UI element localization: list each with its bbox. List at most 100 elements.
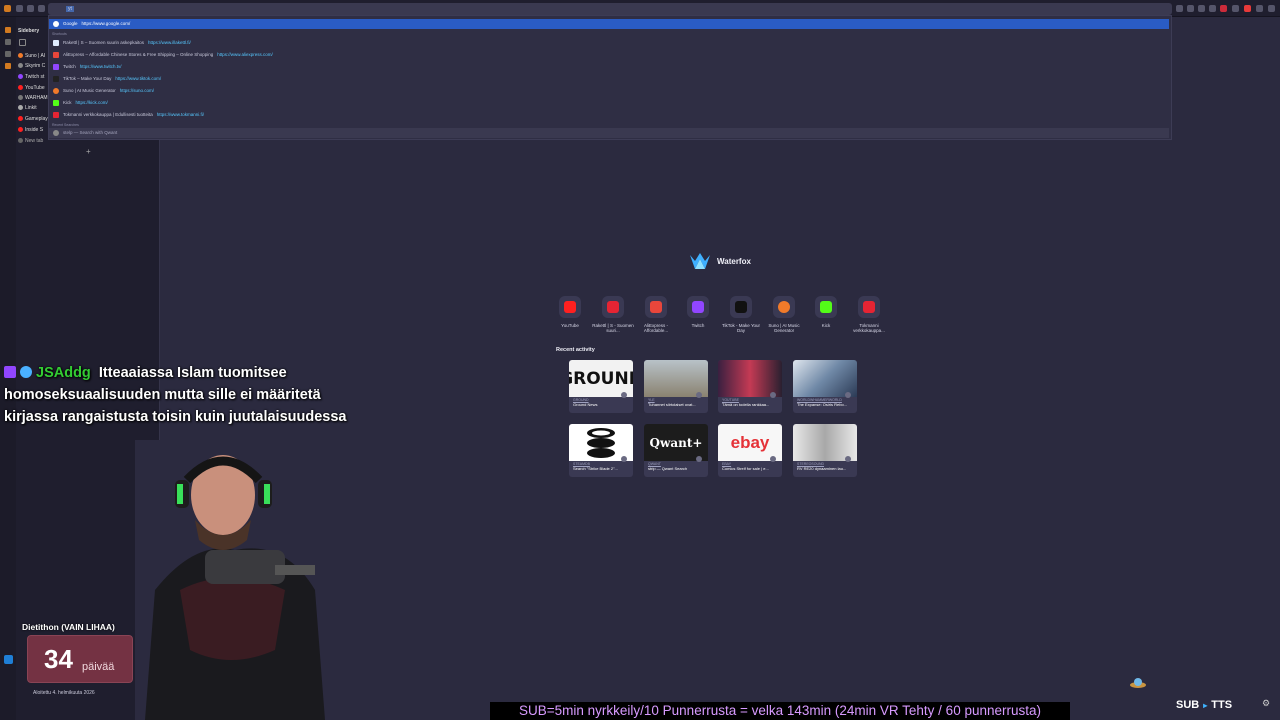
autocomplete-row[interactable]: TikTok – Make Your Day https://www.tiktok… xyxy=(49,74,1169,84)
sidebar-tab[interactable]: Linkit xyxy=(18,105,37,111)
site-favicon-icon xyxy=(53,76,59,82)
tab-favicon-icon xyxy=(18,53,23,59)
shortcut-tile[interactable]: Twitch xyxy=(676,296,720,328)
suno-icon xyxy=(773,296,795,318)
panel-icon[interactable] xyxy=(5,27,11,33)
sidebar-toggle-icon[interactable] xyxy=(4,5,11,12)
waterfox-logo-icon xyxy=(690,253,710,269)
recent-card[interactable]: Qwant+ QWANT strip — Qwant Search xyxy=(644,424,708,477)
pin-icon[interactable] xyxy=(845,456,851,462)
menu-icon[interactable] xyxy=(1268,5,1275,12)
url-input[interactable]: yt xyxy=(48,3,1172,15)
brand-name: Waterfox xyxy=(717,257,751,266)
recent-card[interactable]: STEREOSOUND RV RE20 dynaaminen lau... xyxy=(793,424,857,477)
tab-icon[interactable] xyxy=(19,39,26,46)
tab-favicon-icon xyxy=(18,95,23,101)
extension-icon[interactable] xyxy=(1187,5,1194,12)
recent-card[interactable]: STEAMDB Search "Strike Blade 2"... xyxy=(569,424,633,477)
url-text: yt xyxy=(66,6,74,12)
panel-icon[interactable] xyxy=(5,39,11,45)
shortcut-tile[interactable]: AliExpress - Affordable... xyxy=(634,296,678,333)
chat-message: JSAddg Itteaaiassa Islam tuomitsee homos… xyxy=(4,362,349,428)
pin-icon[interactable] xyxy=(696,392,702,398)
autocomplete-row[interactable]: Rakettl | S – Suomen suurin askepkaitos h… xyxy=(49,38,1169,48)
diet-day-count: 34 xyxy=(44,644,73,674)
sidebar-tab[interactable]: Inside S xyxy=(18,127,43,133)
forward-icon[interactable] xyxy=(27,5,34,12)
sidebar-tab[interactable]: WARHAM xyxy=(18,95,48,101)
ufo-icon xyxy=(1130,676,1146,690)
shortcut-tile[interactable]: TikTok - Make Your Day xyxy=(719,296,763,333)
diet-start-date: Aloitettu 4. helmikuuta 2026 xyxy=(33,690,95,696)
site-icon xyxy=(602,296,624,318)
extension-icon[interactable] xyxy=(1209,5,1216,12)
history-icon xyxy=(53,130,59,136)
reload-icon[interactable] xyxy=(38,5,45,12)
profile-icon[interactable] xyxy=(1256,5,1263,12)
sub-label: SUB xyxy=(1176,699,1200,711)
pin-icon[interactable] xyxy=(770,456,776,462)
sidebar-tab[interactable]: Twitch st xyxy=(18,74,44,80)
arrow-icon: ▸ xyxy=(1203,701,1208,710)
autocomplete-row[interactable]: Twitch https://www.twitch.tv/ xyxy=(49,62,1169,72)
aliexpress-icon xyxy=(645,296,667,318)
shortcut-tile[interactable]: Suno | AI Music Generator xyxy=(762,296,806,333)
sidebar-tab[interactable]: Gameplay xyxy=(18,116,48,122)
autocomplete-row[interactable]: Suno | AI Music Generator https://suno.co… xyxy=(49,86,1169,96)
panel-icon[interactable] xyxy=(5,51,11,57)
tokmanni-icon xyxy=(858,296,880,318)
sidebar-tab[interactable]: Suno | AI xyxy=(18,53,45,59)
pin-icon[interactable] xyxy=(696,456,702,462)
webcam-feed xyxy=(135,440,330,720)
shortcut-tile[interactable]: YouTube xyxy=(548,296,592,328)
site-favicon-icon xyxy=(53,64,59,70)
tab-favicon-icon xyxy=(18,74,23,80)
extension-icon[interactable] xyxy=(1220,5,1227,12)
recent-card[interactable]: WORLDWHAMMERWORLD The Expanse: Osiris Re… xyxy=(793,360,857,413)
waterfox-logo: Waterfox xyxy=(689,251,769,273)
extension-icon[interactable] xyxy=(1232,5,1239,12)
extension-icon[interactable] xyxy=(1176,5,1183,12)
pin-icon[interactable] xyxy=(845,392,851,398)
plus-icon xyxy=(18,138,23,144)
recent-card[interactable]: YLE Tuhannet siirtolaiset ovat... xyxy=(644,360,708,413)
shortcut-tile[interactable]: Tokmanni verkkokauppa... xyxy=(847,296,891,333)
settings-icon[interactable]: ⚙ xyxy=(1262,698,1270,709)
twitch-badge-icon xyxy=(4,366,16,378)
shortcut-tile[interactable]: Kick xyxy=(804,296,848,328)
autocomplete-row[interactable]: AliExpress – Affordable Chinese Stores &… xyxy=(49,50,1169,60)
pin-icon[interactable] xyxy=(621,456,627,462)
recent-search-row[interactable]: stelp — Search with Qwant xyxy=(49,128,1169,138)
sub-badge-icon xyxy=(20,366,32,378)
card-title: The Expanse: Osiris Rebo... xyxy=(797,402,848,407)
sidebar-tab[interactable]: YouTube xyxy=(18,85,45,91)
tab-favicon-icon xyxy=(18,127,23,133)
panel-icon[interactable] xyxy=(5,63,11,69)
kick-icon xyxy=(815,296,837,318)
recent-card[interactable]: ebay EBAY Comics Strelf for sale | e... xyxy=(718,424,782,477)
add-tab-icon[interactable]: + xyxy=(86,147,91,156)
shortcuts-heading: Shortcuts xyxy=(52,32,67,36)
autocomplete-row-highlighted[interactable]: Google https://www.google.com/ xyxy=(49,19,1169,29)
record-icon[interactable] xyxy=(1244,5,1251,12)
sidebar-tab[interactable]: Skyrim C xyxy=(18,63,45,69)
card-title: RV RE20 dynaaminen lau... xyxy=(797,466,847,471)
tts-label: TTS xyxy=(1211,699,1233,711)
google-icon xyxy=(53,21,59,27)
diet-counter-box: 34 päivää xyxy=(27,635,133,683)
back-icon[interactable] xyxy=(16,5,23,12)
chat-username: JSAddg xyxy=(36,365,91,381)
sub-tts-indicator: SUB ▸ TTS xyxy=(1176,699,1232,711)
autocomplete-row[interactable]: Kick https://kick.com/ xyxy=(49,98,1169,108)
recent-card[interactable]: YOUTUBE Tämä on todella rankkaa... xyxy=(718,360,782,413)
pin-icon[interactable] xyxy=(770,392,776,398)
extension-icon[interactable] xyxy=(1198,5,1205,12)
autocomplete-row[interactable]: Tokmanni verkkokauppa | Edullisesti tuot… xyxy=(49,110,1169,120)
new-tab-button[interactable]: New tab xyxy=(18,138,43,144)
site-favicon-icon xyxy=(53,52,59,58)
pin-icon[interactable] xyxy=(621,392,627,398)
upload-icon[interactable] xyxy=(4,655,13,664)
recent-card[interactable]: GROUND GROUND Ground News xyxy=(569,360,633,413)
shortcut-tile[interactable]: Rakettl | S - Suomen suuri... xyxy=(591,296,635,333)
site-favicon-icon xyxy=(53,112,59,118)
